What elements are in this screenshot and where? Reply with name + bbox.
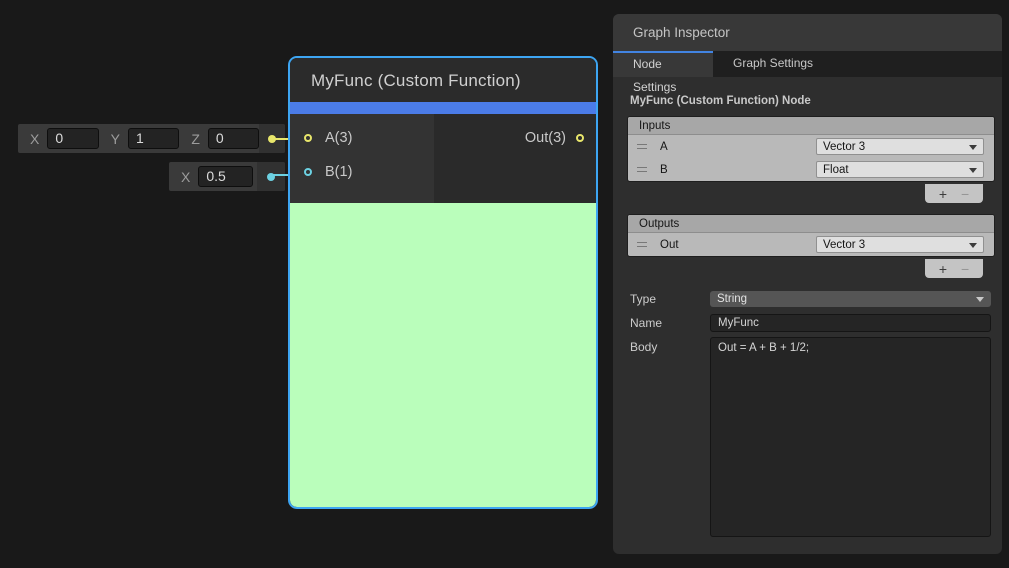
output-out-type-value: Vector 3 — [823, 239, 865, 251]
graph-inspector-panel: Graph Inspector Node Settings Graph Sett… — [613, 14, 1002, 554]
port-out-icon[interactable] — [576, 134, 584, 142]
type-value: String — [717, 293, 747, 305]
inputs-list-footer: + − — [925, 184, 983, 203]
port-a-label: A(3) — [325, 130, 352, 146]
input-row-b[interactable]: B Float — [628, 158, 994, 181]
type-label: Type — [630, 292, 656, 306]
name-label: Name — [630, 316, 662, 330]
drag-handle-icon[interactable] — [637, 167, 647, 172]
remove-output-button[interactable]: − — [961, 260, 969, 278]
dropdown-arrow-icon — [976, 297, 984, 302]
custom-function-node[interactable]: MyFunc (Custom Function) A(3) B(1) Out(3… — [288, 56, 598, 509]
float-x-field[interactable]: 0.5 — [198, 166, 253, 187]
dropdown-arrow-icon — [969, 243, 977, 248]
input-a-type-dropdown[interactable]: Vector 3 — [816, 138, 984, 155]
node-settings-heading: MyFunc (Custom Function) Node — [630, 95, 811, 107]
name-field[interactable]: MyFunc — [710, 314, 991, 332]
body-field[interactable]: Out = A + B + 1/2; — [710, 337, 991, 537]
port-out-label: Out(3) — [525, 130, 566, 146]
float-input-widget: X 0.5 — [169, 162, 285, 191]
output-out-name: Out — [660, 239, 679, 251]
type-dropdown[interactable]: String — [710, 291, 991, 307]
node-title: MyFunc (Custom Function) — [290, 58, 596, 102]
remove-input-button[interactable]: − — [961, 185, 969, 203]
vector3-x-label: X — [30, 131, 39, 147]
inputs-section-title: Inputs — [628, 117, 994, 135]
output-out-type-dropdown[interactable]: Vector 3 — [816, 236, 984, 253]
outputs-section-title: Outputs — [628, 215, 994, 233]
outputs-list-footer: + − — [925, 259, 983, 278]
inspector-title[interactable]: Graph Inspector — [613, 14, 1002, 51]
float-x-label: X — [181, 169, 190, 185]
add-output-button[interactable]: + — [939, 260, 947, 278]
input-row-a[interactable]: A Vector 3 — [628, 135, 994, 158]
vector3-y-label: Y — [111, 131, 120, 147]
port-a-icon[interactable] — [304, 134, 312, 142]
tab-node-settings[interactable]: Node Settings — [613, 51, 713, 77]
input-b-type-value: Float — [823, 164, 849, 176]
dropdown-arrow-icon — [969, 168, 977, 173]
port-row-a: A(3) — [290, 123, 434, 153]
tab-graph-settings[interactable]: Graph Settings — [713, 51, 833, 77]
node-port-area: A(3) B(1) Out(3) — [290, 114, 596, 203]
node-accent-bar — [290, 102, 596, 114]
port-row-out: Out(3) — [434, 123, 596, 153]
input-a-type-value: Vector 3 — [823, 141, 865, 153]
add-input-button[interactable]: + — [939, 185, 947, 203]
port-b-label: B(1) — [325, 164, 352, 180]
float-port-cell — [257, 162, 285, 191]
node-input-ports: A(3) B(1) — [290, 114, 434, 203]
body-label: Body — [630, 340, 657, 354]
vector3-input-widget: X 0 Y 1 Z 0 — [18, 124, 285, 153]
input-a-name: A — [660, 141, 668, 153]
vector3-z-label: Z — [191, 131, 200, 147]
port-b-icon[interactable] — [304, 168, 312, 176]
vector3-y-field[interactable]: 1 — [128, 128, 179, 149]
output-row-out[interactable]: Out Vector 3 — [628, 233, 994, 256]
vector3-x-field[interactable]: 0 — [47, 128, 98, 149]
drag-handle-icon[interactable] — [637, 144, 647, 149]
dropdown-arrow-icon — [969, 145, 977, 150]
inspector-tabbar: Node Settings Graph Settings — [613, 51, 1002, 77]
outputs-section: Outputs Out Vector 3 — [627, 214, 995, 257]
inputs-section: Inputs A Vector 3 B Float — [627, 116, 995, 182]
input-b-type-dropdown[interactable]: Float — [816, 161, 984, 178]
node-preview — [290, 203, 596, 507]
vector3-z-field[interactable]: 0 — [208, 128, 259, 149]
node-output-ports: Out(3) — [434, 114, 596, 203]
port-row-b: B(1) — [290, 157, 434, 187]
drag-handle-icon[interactable] — [637, 242, 647, 247]
input-b-name: B — [660, 164, 668, 176]
